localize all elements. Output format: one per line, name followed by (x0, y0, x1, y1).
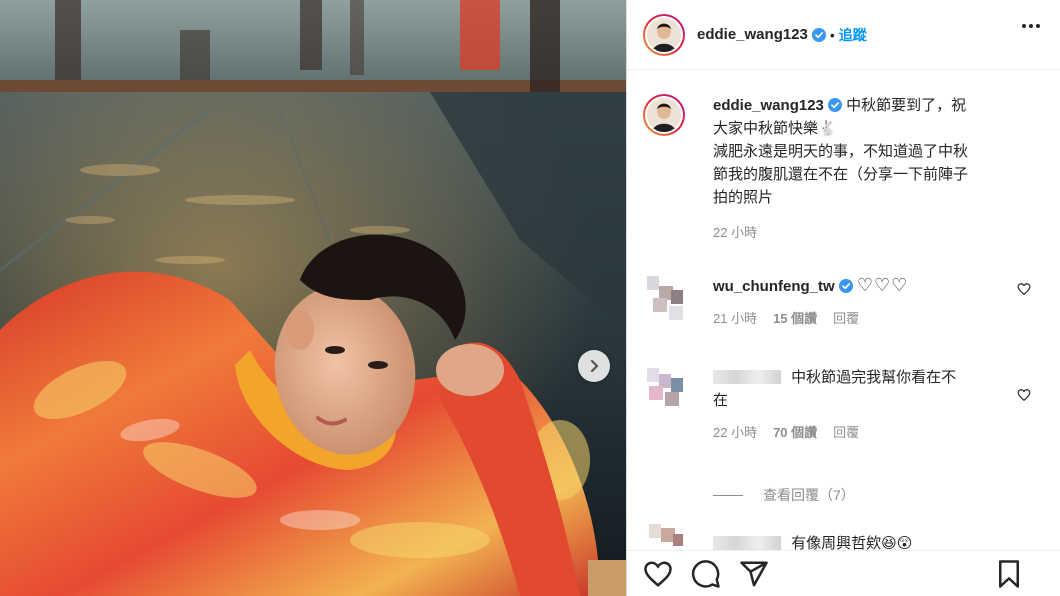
post-actions-bar (627, 550, 1060, 596)
like-comment-heart-icon[interactable] (1017, 282, 1031, 296)
comment-icon[interactable] (691, 559, 721, 589)
post-caption: eddie_wang123 中秋節要到了，祝 大家中秋節快樂🐇 減肥永遠是明天的… (643, 94, 1043, 244)
comment-text: 中秋節過完我幫你看在不 (791, 369, 957, 386)
caption-avatar[interactable] (643, 94, 685, 136)
share-icon[interactable] (739, 559, 769, 589)
next-photo-button[interactable] (578, 350, 610, 382)
verified-badge-icon (811, 27, 826, 42)
reply-button[interactable]: 回覆 (833, 422, 859, 441)
comment-likes[interactable]: 15 個讚 (773, 308, 817, 327)
author-avatar[interactable] (643, 13, 685, 56)
comment-text: ♡♡♡ (856, 275, 909, 295)
caption-line-4: 節我的腹肌還在不在（分享一下前陣子 (713, 166, 969, 183)
comments-list[interactable]: eddie_wang123 中秋節要到了，祝 大家中秋節快樂🐇 減肥永遠是明天的… (627, 70, 1060, 550)
replies-divider (713, 494, 743, 496)
caption-line-5: 拍的照片 (713, 189, 774, 206)
commenter-avatar[interactable] (643, 366, 689, 416)
comment-item: 中秋節過完我幫你看在不 在 22 小時 70 個讚 回覆 (643, 366, 1043, 441)
author-username[interactable]: eddie_wang123 (697, 26, 808, 43)
caption-username[interactable]: eddie_wang123 (713, 97, 824, 114)
heart-icon[interactable] (643, 559, 673, 589)
caption-line-1: 中秋節要到了，祝 (846, 97, 967, 114)
commenter-username-blurred[interactable] (713, 536, 781, 550)
comment-meta: 22 小時 70 個讚 回覆 (713, 422, 1043, 441)
photo-pool-portrait (0, 0, 626, 596)
post-header: eddie_wang123 • 追蹤 (627, 0, 1060, 70)
comment-text: 有像周興哲欸😆😲 (791, 535, 913, 550)
verified-badge-icon (838, 279, 853, 293)
comment-time[interactable]: 21 小時 (713, 308, 757, 327)
comment-likes[interactable]: 70 個讚 (773, 422, 817, 441)
view-replies-label: 查看回覆（7） (763, 487, 855, 503)
more-options-icon[interactable] (1022, 24, 1040, 28)
commenter-username[interactable]: wu_chunfeng_tw (713, 278, 835, 295)
instagram-post: eddie_wang123 • 追蹤 eddie_wang123 中秋節要到了，… (0, 0, 1060, 596)
like-comment-heart-icon[interactable] (1017, 388, 1031, 402)
commenter-avatar[interactable] (643, 274, 689, 324)
next-arrow-icon (590, 359, 599, 373)
comment-time[interactable]: 22 小時 (713, 422, 757, 441)
rabbit-emoji-icon: 🐇 (818, 120, 837, 137)
post-side-panel: eddie_wang123 • 追蹤 eddie_wang123 中秋節要到了，… (626, 0, 1060, 596)
view-replies-button[interactable]: 查看回覆（7） (713, 485, 855, 505)
comment-text-cont: 在 (713, 392, 729, 409)
follow-button[interactable]: 追蹤 (839, 25, 867, 45)
reply-button[interactable]: 回覆 (833, 308, 859, 327)
comment-meta: 21 小時 15 個讚 回覆 (713, 308, 1043, 327)
comment-item: wu_chunfeng_tw ♡♡♡ 21 小時 15 個讚 回覆 (643, 274, 1043, 327)
comment-item: 有像周興哲欸😆😲 (643, 522, 1043, 550)
caption-time[interactable]: 22 小時 (713, 221, 1043, 244)
header-separator: • (829, 26, 835, 43)
bookmark-icon[interactable] (994, 559, 1024, 589)
commenter-avatar[interactable] (643, 522, 689, 550)
post-photo[interactable] (0, 0, 626, 596)
verified-badge-icon (827, 98, 842, 112)
caption-line-3: 減肥永遠是明天的事，不知道過了中秋 (713, 143, 969, 160)
caption-line-2: 大家中秋節快樂 (713, 120, 819, 137)
commenter-username-blurred[interactable] (713, 370, 781, 384)
